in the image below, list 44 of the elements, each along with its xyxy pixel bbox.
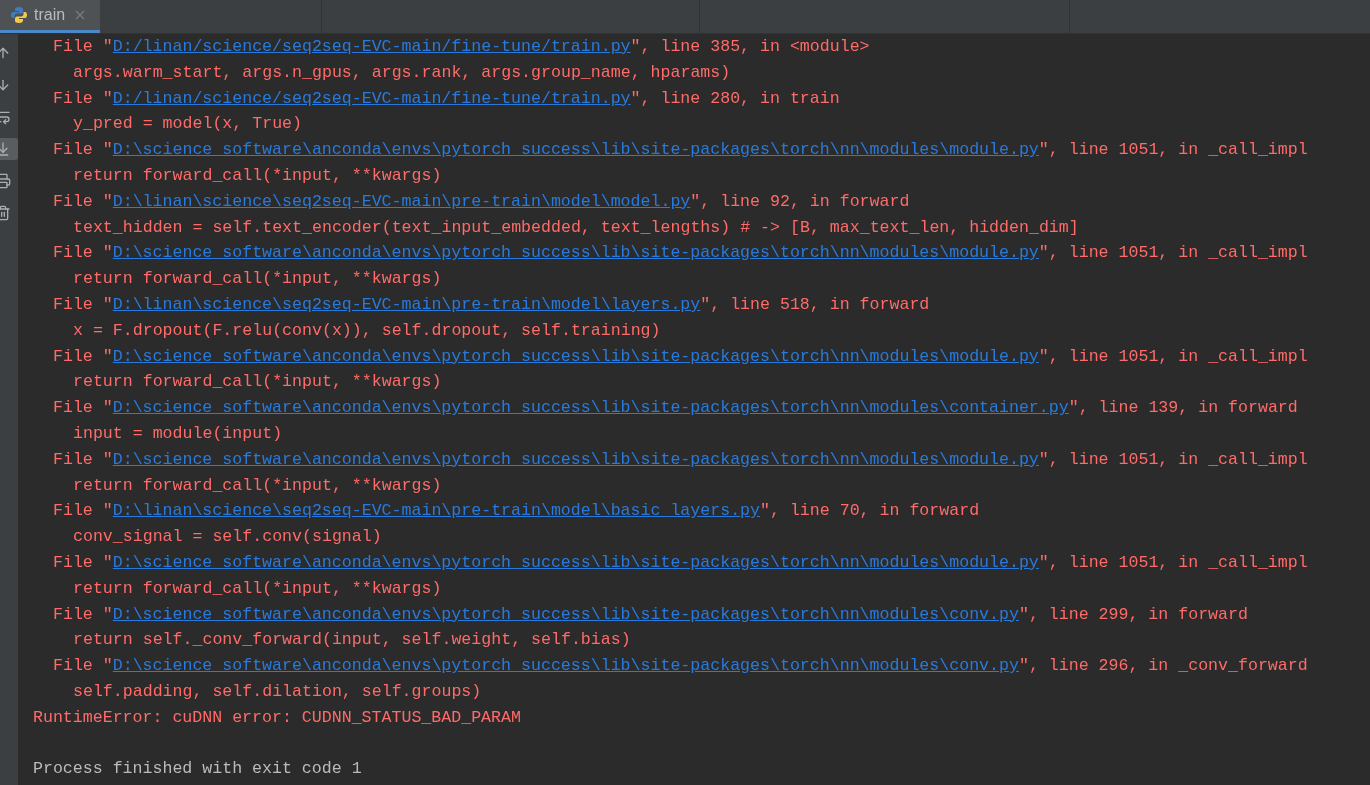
traceback-line: File "D:\linan\science\seq2seq-EVC-main\pre-train\model\layers.py", line 518, in forward	[52, 293, 931, 316]
code-line: self.padding, self.dilation, self.groups)	[72, 680, 483, 703]
traceback-line: File "D:\science_software\anconda\envs\pytorch_success\lib\site-packages\torch\nn\modules\module.py", line 1051, in _call_impl	[52, 139, 1309, 162]
code-line: return forward_call(*input, **kwargs)	[72, 371, 443, 394]
code-line: args.warm_start, args.n_gpus, args.rank, args.group_name, hparams)	[72, 61, 732, 84]
code-line: return forward_call(*input, **kwargs)	[72, 165, 443, 187]
traceback-line: File "D:\science_software\anconda\envs\pytorch_success\lib\site-packages\torch\nn\modules\conv.py", line 296, in _conv_forward	[52, 655, 1309, 678]
traceback-line: File "D:\science_software\anconda\envs\pytorch_success\lib\site-packages\torch\nn\modules\module.py", line 1051, in _call_impl	[52, 551, 1309, 574]
code-line: return forward_call(*input, **kwargs)	[72, 577, 443, 600]
exit-message: Process finished with exit code 1	[32, 758, 363, 781]
traceback-line: File "D:\science_software\anconda\envs\pytorch_success\lib\site-packages\torch\nn\modules\module.py", line 1051, in _call_impl	[52, 345, 1309, 368]
file-link[interactable]: D:/linan/science/seq2seq-EVC-main/fine-tune/train.py	[112, 88, 631, 108]
file-link[interactable]: D:\linan\science\seq2seq-EVC-main\pre-train\model\model.py	[112, 191, 691, 211]
code-line: x = F.dropout(F.relu(conv(x)), self.dropout, self.training)	[72, 319, 662, 342]
error-message: RuntimeError: cuDNN error: CUDNN_STATUS_BAD_PARAM	[32, 706, 522, 729]
file-link[interactable]: D:\science_software\anconda\envs\pytorch_success\lib\site-packages\torch\nn\modules\module.py	[112, 449, 1039, 469]
scroll-to-end-icon[interactable]	[0, 138, 18, 160]
file-link[interactable]: D:\linan\science\seq2seq-EVC-main\pre-train\model\basic_layers.py	[112, 501, 760, 521]
file-link[interactable]: D:\science_software\anconda\envs\pytorch_success\lib\site-packages\torch\nn\modules\module.py	[112, 243, 1039, 263]
code-line: y_pred = model(x, True)	[72, 113, 304, 136]
file-link[interactable]: D:\science_software\anconda\envs\pytorch_success\lib\site-packages\torch\nn\modules\conv.py	[112, 656, 1019, 676]
code-line: return forward_call(*input, **kwargs)	[72, 268, 443, 291]
file-link[interactable]: D:\science_software\anconda\envs\pytorch_success\lib\site-packages\torch\nn\modules\container.py	[112, 398, 1069, 418]
code-line: return self._conv_forward(input, self.weight, self.bias)	[72, 629, 632, 652]
traceback-line: File "D:\science_software\anconda\envs\pytorch_success\lib\site-packages\torch\nn\modules\conv.py", line 299, in forward	[52, 603, 1249, 626]
python-logo-icon	[10, 6, 28, 24]
traceback-line: File "D:/linan/science/seq2seq-EVC-main/fine-tune/train.py", line 280, in train	[52, 87, 841, 110]
traceback-line: File "D:\science_software\anconda\envs\pytorch_success\lib\site-packages\torch\nn\modules\module.py", line 1051, in _call_impl	[52, 448, 1309, 471]
traceback-line: File "D:\linan\science\seq2seq-EVC-main\pre-train\model\basic_layers.py", line 70, in forward	[52, 500, 981, 523]
code-line: text_hidden = self.text_encoder(text_input_embedded, text_lengths) # -> [B, max_text_len, hidden_dim]	[72, 216, 1080, 239]
code-line: return forward_call(*input, **kwargs)	[72, 474, 443, 497]
traceback-line: File "D:/linan/science/seq2seq-EVC-main/fine-tune/train.py", line 385, in <module>	[52, 36, 871, 58]
file-link[interactable]: D:/linan/science/seq2seq-EVC-main/fine-tune/train.py	[112, 37, 631, 56]
traceback-line: File "D:\linan\science\seq2seq-EVC-main\pre-train\model\model.py", line 92, in forward	[52, 190, 911, 213]
file-link[interactable]: D:\science_software\anconda\envs\pytorch_success\lib\site-packages\torch\nn\modules\conv.py	[112, 604, 1019, 624]
file-link[interactable]: D:\science_software\anconda\envs\pytorch_success\lib\site-packages\torch\nn\modules\module.py	[112, 140, 1039, 160]
run-tab[interactable]: train	[0, 0, 100, 33]
file-link[interactable]: D:\science_software\anconda\envs\pytorch_success\lib\site-packages\torch\nn\modules\module.py	[112, 552, 1039, 572]
file-link[interactable]: D:\science_software\anconda\envs\pytorch_success\lib\site-packages\torch\nn\modules\module.py	[112, 346, 1039, 366]
code-line: conv_signal = self.conv(signal)	[72, 526, 383, 549]
code-line: input = module(input)	[72, 422, 284, 445]
traceback-line: File "D:\science_software\anconda\envs\pytorch_success\lib\site-packages\torch\nn\modules\module.py", line 1051, in _call_impl	[52, 242, 1309, 265]
traceback-line: File "D:\science_software\anconda\envs\pytorch_success\lib\site-packages\torch\nn\modules\container.py", line 139, in forward	[52, 397, 1299, 420]
file-link[interactable]: D:\linan\science\seq2seq-EVC-main\pre-train\model\layers.py	[112, 294, 701, 314]
